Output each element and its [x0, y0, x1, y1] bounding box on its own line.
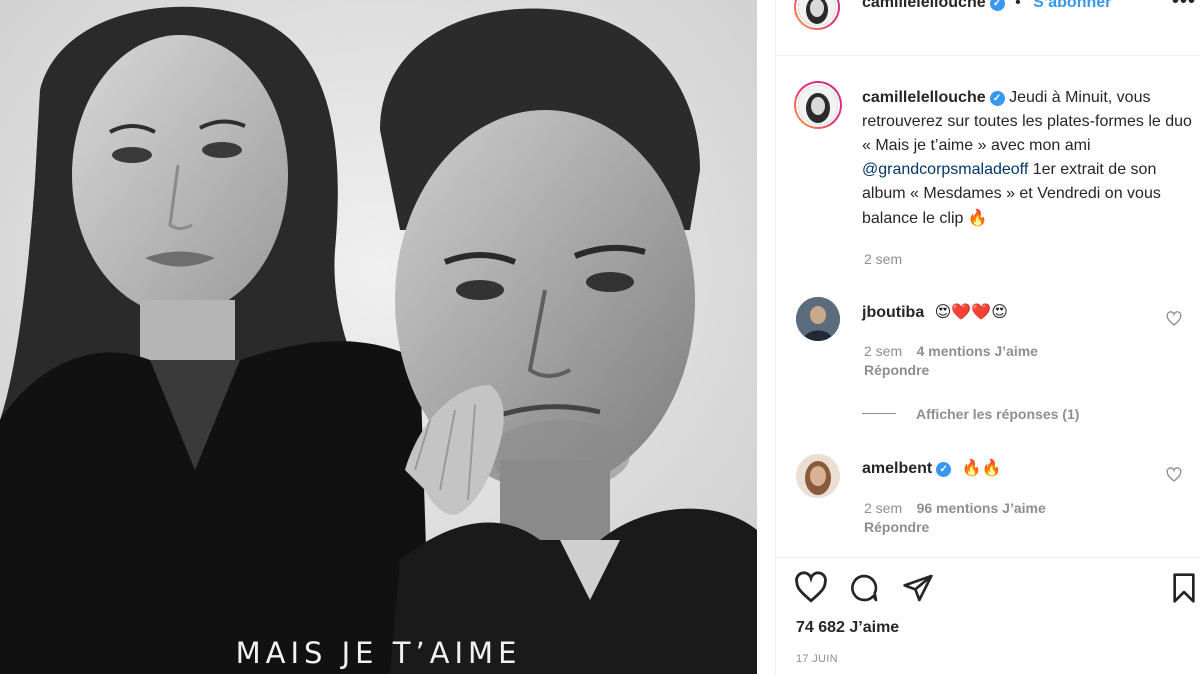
comment-icon[interactable]	[848, 572, 880, 604]
reply-button[interactable]: Répondre	[864, 362, 929, 378]
comment-time[interactable]: 2 sem	[864, 500, 902, 516]
view-replies-button[interactable]: Afficher les réponses (1)	[916, 406, 1079, 422]
post-photo[interactable]: MAIS JE T’AIME	[0, 0, 757, 674]
comment-likes[interactable]: 96 mentions J’aime	[917, 500, 1046, 516]
comment-username[interactable]: jboutiba	[862, 304, 924, 321]
author-avatar-image	[796, 0, 838, 28]
comment-avatar-amelbent[interactable]	[796, 454, 840, 498]
caption-time[interactable]: 2 sem	[864, 251, 902, 267]
heart-icon[interactable]	[1166, 467, 1182, 483]
post-date[interactable]: 17 JUIN	[796, 653, 838, 665]
comment-likes[interactable]: 4 mentions J’aime	[917, 343, 1038, 359]
verified-icon: ✓	[936, 462, 952, 477]
fire-emoji: 🔥	[967, 208, 988, 227]
more-icon[interactable]: •••	[1172, 0, 1196, 13]
bookmark-icon[interactable]	[1168, 571, 1200, 605]
heart-icon[interactable]	[1166, 311, 1182, 327]
follow-button[interactable]: S’abonner	[1033, 0, 1111, 11]
comment-amelbent: amelbent ✓ 🔥🔥	[862, 458, 1002, 478]
caption-username[interactable]: camillelellouche	[862, 89, 986, 106]
photo-illustration	[0, 0, 757, 674]
heart-icon[interactable]	[794, 571, 828, 605]
photo-title-text: MAIS JE T’AIME	[235, 636, 522, 670]
comment-jboutiba: jboutiba 😍❤️❤️😍	[862, 302, 1008, 322]
author-username[interactable]: camillelellouche	[862, 0, 986, 11]
comment-meta: 2 sem 4 mentions J’aime	[864, 343, 1038, 361]
author-avatar[interactable]	[794, 0, 840, 30]
verified-icon: ✓	[989, 91, 1005, 106]
comment-meta: 2 sem 96 mentions J’aime	[864, 500, 1046, 518]
comment-username[interactable]: amelbent	[862, 460, 932, 477]
caption-mention-link[interactable]: @grandcorpsmaladeoff	[862, 161, 1028, 178]
share-icon[interactable]	[902, 572, 934, 604]
replies-line	[862, 413, 896, 414]
post-header: camillelellouche ✓ • S’abonner	[862, 0, 1111, 12]
verified-icon: ✓	[989, 0, 1005, 11]
post-caption: camillelellouche ✓ Jeudi à Minuit, vous r…	[862, 86, 1192, 231]
header-divider	[776, 55, 1200, 56]
comment-time[interactable]: 2 sem	[864, 343, 902, 359]
actions-divider	[776, 557, 1200, 558]
comment-text: 😍❤️❤️😍	[934, 302, 1008, 321]
likes-count[interactable]: 74 682 J’aime	[796, 619, 899, 637]
caption-avatar[interactable]	[794, 81, 842, 129]
caption-avatar-image	[796, 83, 840, 127]
header-separator: •	[1015, 0, 1021, 11]
post-sidebar: camillelellouche ✓ • S’abonner ••• camill…	[775, 0, 1200, 674]
comment-text: 🔥🔥	[961, 458, 1002, 477]
comment-avatar-jboutiba[interactable]	[796, 297, 840, 341]
reply-button[interactable]: Répondre	[864, 519, 929, 535]
